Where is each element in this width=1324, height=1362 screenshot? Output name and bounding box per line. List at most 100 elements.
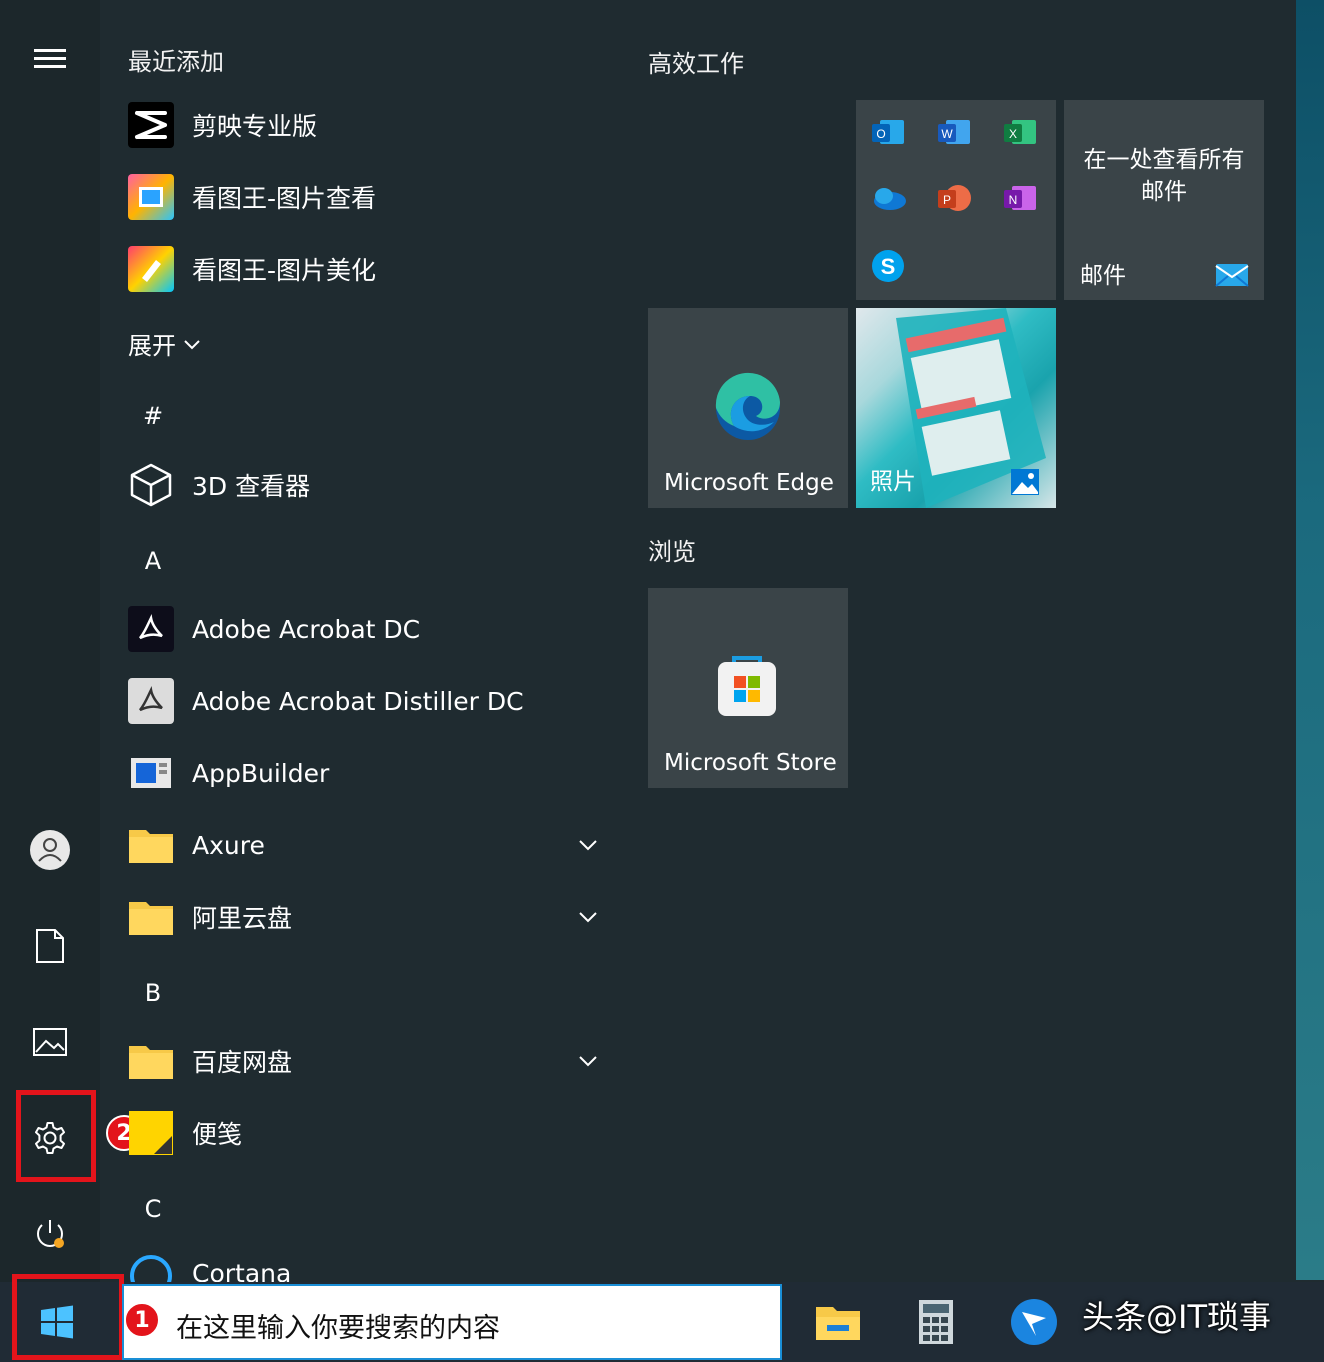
app-item-sticky-notes[interactable]: 便笺: [128, 1105, 242, 1161]
calculator-icon: [918, 1299, 954, 1345]
svg-text:X: X: [1009, 127, 1017, 141]
tiles-section-browse: 浏览: [648, 532, 696, 567]
app-label: Cortana: [192, 1259, 291, 1282]
user-avatar-icon: [29, 829, 71, 871]
photos-tile[interactable]: 照片: [856, 308, 1056, 508]
power-icon: [32, 1216, 68, 1252]
mail-tile[interactable]: 在一处查看所有邮件 邮件: [1064, 100, 1264, 300]
photos-tile-label: 照片: [870, 462, 916, 496]
word-icon: W: [936, 116, 972, 148]
svg-text:N: N: [1009, 193, 1018, 207]
taskbar-file-explorer[interactable]: [808, 1292, 868, 1352]
svg-text:S: S: [881, 254, 896, 279]
search-placeholder: 在这里输入你要搜索的内容: [176, 1306, 500, 1345]
skype-icon: S: [870, 248, 906, 284]
desktop-background: [1296, 0, 1324, 1280]
power-button[interactable]: [14, 1198, 86, 1270]
app-item-capcut[interactable]: 剪映专业版: [128, 97, 317, 153]
outlook-icon: O: [870, 116, 906, 148]
chevron-down-icon[interactable]: [574, 1052, 602, 1070]
letter-header-hash[interactable]: #: [140, 402, 166, 430]
folder-icon: [128, 1038, 174, 1084]
svg-text:W: W: [941, 127, 953, 141]
letter-header-b[interactable]: B: [140, 979, 166, 1007]
edge-tile-label: Microsoft Edge: [664, 470, 834, 496]
documents-button[interactable]: [14, 910, 86, 982]
app-label: 阿里云盘: [192, 899, 292, 935]
svg-text:P: P: [943, 193, 951, 207]
hamburger-icon: [34, 44, 66, 73]
chevron-down-icon: [182, 337, 202, 351]
app-item-cortana[interactable]: Cortana: [128, 1249, 291, 1282]
mail-icon: [1214, 258, 1250, 288]
step-badge-1: 1: [124, 1302, 160, 1338]
app-label: Adobe Acrobat Distiller DC: [192, 687, 524, 716]
chevron-down-icon[interactable]: [574, 908, 602, 926]
app-item-appbuilder[interactable]: AppBuilder: [128, 745, 329, 801]
acrobat-icon: [128, 606, 174, 652]
app-label: 剪映专业版: [192, 107, 317, 143]
app-label: 看图王-图片美化: [192, 251, 376, 287]
folder-icon: [128, 894, 174, 940]
photos-icon: [1010, 468, 1040, 496]
recent-section-title: 最近添加: [128, 42, 224, 77]
onenote-icon: N: [1002, 182, 1038, 214]
capcut-icon: [128, 102, 174, 148]
folder-item-axure[interactable]: Axure: [128, 817, 265, 873]
folder-item-baidu[interactable]: 百度网盘: [128, 1033, 292, 1089]
app-label: Adobe Acrobat DC: [192, 615, 420, 644]
image-viewer-icon: [128, 174, 174, 220]
cube-icon: [128, 462, 174, 508]
taskbar-feishu[interactable]: [1004, 1292, 1064, 1352]
app-item-3d-viewer[interactable]: 3D 查看器: [128, 457, 310, 513]
appbuilder-icon: [128, 750, 174, 796]
start-menu: 2 最近添加 剪映专业版 看图王-图片查看 看图王-图片美化 展开 # 3D 查…: [0, 0, 1296, 1282]
feishu-icon: [1010, 1298, 1058, 1346]
folder-icon: [815, 1303, 861, 1341]
letter-header-a[interactable]: A: [140, 547, 166, 575]
powerpoint-icon: P: [936, 182, 972, 214]
app-label: 看图王-图片查看: [192, 179, 376, 215]
app-label: AppBuilder: [192, 759, 329, 788]
settings-highlight-box: [16, 1090, 96, 1182]
svg-text:O: O: [876, 127, 885, 141]
store-tile-label: Microsoft Store: [664, 750, 837, 776]
app-item-image-viewer[interactable]: 看图王-图片查看: [128, 169, 376, 225]
app-label: 百度网盘: [192, 1043, 292, 1079]
search-box[interactable]: 在这里输入你要搜索的内容: [122, 1284, 782, 1360]
store-icon: [714, 652, 780, 720]
acrobat-distiller-icon: [128, 678, 174, 724]
office-apps-tile[interactable]: O W X P N S: [856, 100, 1056, 300]
cortana-icon: [128, 1253, 174, 1282]
pictures-button[interactable]: [14, 1006, 86, 1078]
start-highlight-box: [12, 1274, 124, 1360]
excel-icon: X: [1002, 116, 1038, 148]
taskbar-calculator[interactable]: [906, 1292, 966, 1352]
store-tile[interactable]: Microsoft Store: [648, 588, 848, 788]
letter-header-c[interactable]: C: [140, 1195, 166, 1223]
expand-menu-button[interactable]: [14, 22, 86, 94]
app-item-image-editor[interactable]: 看图王-图片美化: [128, 241, 376, 297]
edge-tile[interactable]: Microsoft Edge: [648, 308, 848, 508]
mail-tile-label: 邮件: [1080, 256, 1126, 290]
expand-button[interactable]: 展开: [128, 326, 202, 361]
account-button[interactable]: [14, 814, 86, 886]
app-label: 便笺: [192, 1115, 242, 1151]
app-label: 3D 查看器: [192, 467, 310, 503]
folder-icon: [128, 822, 174, 868]
folder-item-aliyun[interactable]: 阿里云盘: [128, 889, 292, 945]
sticky-notes-icon: [128, 1110, 174, 1156]
picture-icon: [33, 1028, 67, 1056]
watermark: 头条@IT琐事: [1082, 1292, 1271, 1338]
tiles-section-productivity: 高效工作: [648, 44, 744, 79]
edge-icon: [712, 372, 784, 444]
app-item-acrobat[interactable]: Adobe Acrobat DC: [128, 601, 420, 657]
expand-label: 展开: [128, 326, 176, 361]
chevron-down-icon[interactable]: [574, 836, 602, 854]
image-editor-icon: [128, 246, 174, 292]
document-icon: [35, 928, 65, 964]
mail-tile-message: 在一处查看所有邮件: [1074, 144, 1254, 208]
app-item-acrobat-distiller[interactable]: Adobe Acrobat Distiller DC: [128, 673, 524, 729]
app-label: Axure: [192, 831, 265, 860]
onedrive-icon: [870, 184, 908, 212]
